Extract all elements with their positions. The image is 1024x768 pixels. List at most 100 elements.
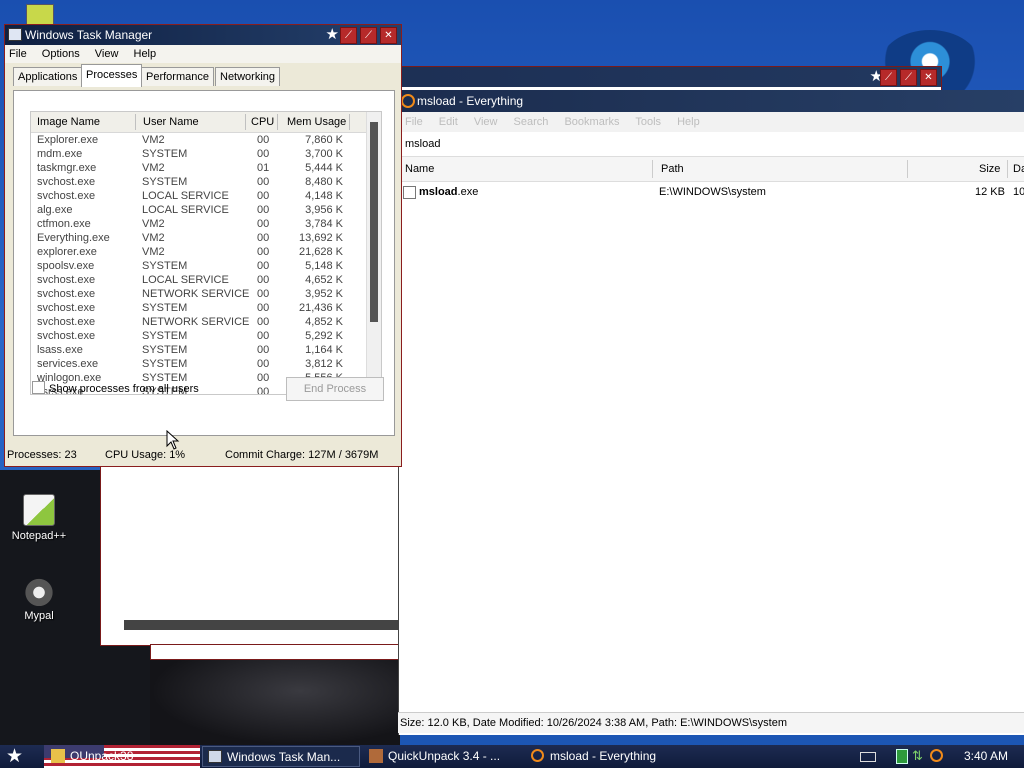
everything-search-input[interactable]: msload: [399, 132, 1024, 157]
end-process-button[interactable]: End Process: [286, 377, 384, 401]
process-cpu: 01: [257, 162, 270, 174]
column-path[interactable]: Path: [661, 157, 684, 181]
process-image-name: taskmgr.exe: [37, 162, 97, 174]
column-separator[interactable]: [135, 114, 136, 130]
close-icon[interactable]: ✕: [920, 69, 937, 86]
checkbox-label: Show processes from all users: [49, 383, 199, 395]
process-mem-usage: 21,436 K: [298, 302, 343, 314]
menu-view[interactable]: View: [95, 48, 119, 60]
process-row[interactable]: spoolsv.exe SYSTEM 00 5,148 K: [31, 259, 381, 273]
process-row[interactable]: svchost.exe SYSTEM 00 5,292 K: [31, 329, 381, 343]
process-row[interactable]: Explorer.exe VM2 00 7,860 K: [31, 133, 381, 147]
star-icon[interactable]: ★: [326, 25, 339, 45]
column-separator[interactable]: [1007, 160, 1008, 178]
taskbar-item-quickunpack[interactable]: QuickUnpack 3.4 - ...: [364, 746, 548, 767]
column-user-name[interactable]: User Name: [143, 112, 199, 132]
minimize-icon[interactable]: ⟋: [880, 69, 897, 86]
horizontal-scrollbar[interactable]: [124, 620, 398, 630]
process-row[interactable]: taskmgr.exe VM2 01 5,444 K: [31, 161, 381, 175]
process-mem-usage: 5,292 K: [305, 330, 343, 342]
network-icon[interactable]: ⇅: [912, 748, 923, 764]
process-row[interactable]: svchost.exe NETWORK SERVICE 00 3,952 K: [31, 287, 381, 301]
process-image-name: services.exe: [37, 358, 99, 370]
process-mem-usage: 8,480 K: [305, 176, 343, 188]
process-user-name: VM2: [142, 162, 165, 174]
process-row[interactable]: alg.exe LOCAL SERVICE 00 3,956 K: [31, 203, 381, 217]
process-row[interactable]: explorer.exe VM2 00 21,628 K: [31, 245, 381, 259]
menu-view[interactable]: View: [474, 116, 498, 128]
process-cpu: 00: [257, 386, 270, 395]
menu-options[interactable]: Options: [42, 48, 80, 60]
everything-titlebar[interactable]: msload - Everything: [399, 90, 1024, 112]
column-separator[interactable]: [652, 160, 653, 178]
process-row[interactable]: svchost.exe NETWORK SERVICE 00 4,852 K: [31, 315, 381, 329]
process-image-name: ctfmon.exe: [37, 218, 91, 230]
process-image-name: lsass.exe: [37, 344, 83, 356]
process-row[interactable]: services.exe SYSTEM 00 3,812 K: [31, 357, 381, 371]
menu-search[interactable]: Search: [514, 116, 549, 128]
desktop-icon-mypal[interactable]: Mypal: [4, 576, 74, 622]
column-name[interactable]: Name: [405, 157, 434, 181]
keyboard-icon[interactable]: [860, 752, 876, 762]
menu-file[interactable]: File: [405, 116, 423, 128]
process-row[interactable]: Everything.exe VM2 00 13,692 K: [31, 231, 381, 245]
process-row[interactable]: lsass.exe SYSTEM 00 1,164 K: [31, 343, 381, 357]
process-user-name: SYSTEM: [142, 330, 188, 342]
task-manager-window[interactable]: Windows Task Manager ★ ⟋ ⟋ ✕ File Option…: [4, 24, 402, 467]
process-list-header: Image Name User Name CPU Mem Usage: [31, 112, 381, 133]
task-manager-titlebar[interactable]: Windows Task Manager ★ ⟋ ⟋ ✕: [5, 25, 401, 45]
task-manager-status-bar: Processes: 23 CPU Usage: 1% Commit Charg…: [5, 445, 401, 465]
column-separator[interactable]: [907, 160, 908, 178]
column-image-name[interactable]: Image Name: [37, 112, 100, 132]
taskbar-clock[interactable]: 3:40 AM: [964, 745, 1008, 768]
process-mem-usage: 1,164 K: [305, 344, 343, 356]
result-row[interactable]: msload.exe E:\WINDOWS\system 12 KB 10,: [399, 182, 1024, 202]
column-date[interactable]: Da: [1013, 157, 1024, 181]
tab-performance[interactable]: Performance: [141, 67, 214, 86]
tray-app-icon[interactable]: [896, 749, 908, 764]
process-row[interactable]: mdm.exe SYSTEM 00 3,700 K: [31, 147, 381, 161]
process-row[interactable]: svchost.exe SYSTEM 00 8,480 K: [31, 175, 381, 189]
column-separator[interactable]: [245, 114, 246, 130]
vertical-scrollbar[interactable]: [366, 112, 381, 394]
maximize-icon[interactable]: ⟋: [900, 69, 917, 86]
process-rows: Explorer.exe VM2 00 7,860 K mdm.exe SYSTEM 00 3…: [31, 133, 381, 395]
menu-file[interactable]: File: [9, 48, 27, 60]
scrollbar-thumb[interactable]: [370, 122, 378, 322]
show-all-users-checkbox[interactable]: Show processes from all users: [32, 381, 199, 395]
process-row[interactable]: svchost.exe LOCAL SERVICE 00 4,652 K: [31, 273, 381, 287]
checkbox-box[interactable]: [32, 381, 45, 394]
desktop-icon-notepadpp[interactable]: Notepad++: [4, 494, 74, 542]
tab-applications[interactable]: Applications: [13, 67, 83, 86]
close-icon[interactable]: ✕: [380, 27, 397, 44]
menu-edit[interactable]: Edit: [439, 116, 458, 128]
tab-processes[interactable]: Processes: [81, 64, 143, 87]
menu-tools[interactable]: Tools: [635, 116, 661, 128]
taskbar-item-task-manager[interactable]: Windows Task Man...: [202, 746, 360, 767]
menu-help[interactable]: Help: [134, 48, 157, 60]
process-row[interactable]: svchost.exe LOCAL SERVICE 00 4,148 K: [31, 189, 381, 203]
taskbar: ★ QUnpack38 Windows Task Man... QuickUnp…: [0, 745, 1024, 768]
process-user-name: NETWORK SERVICE: [142, 288, 250, 300]
column-size[interactable]: Size: [979, 157, 1000, 181]
process-row[interactable]: ctfmon.exe VM2 00 3,784 K: [31, 217, 381, 231]
tab-networking[interactable]: Networking: [215, 67, 281, 86]
column-cpu[interactable]: CPU: [251, 112, 274, 132]
process-list[interactable]: Image Name User Name CPU Mem Usage Explo…: [30, 111, 382, 395]
everything-window[interactable]: msload - Everything File Edit View Searc…: [398, 90, 1024, 735]
start-star-icon[interactable]: ★: [6, 746, 23, 767]
everything-tray-icon[interactable]: [930, 749, 943, 762]
minimize-icon[interactable]: ⟋: [340, 27, 357, 44]
everything-column-header: Name Path Size Da: [399, 157, 1024, 182]
menu-bookmarks[interactable]: Bookmarks: [564, 116, 619, 128]
taskbar-item-everything[interactable]: msload - Everything: [526, 746, 710, 767]
taskbar-item-label: Windows Task Man...: [227, 750, 341, 764]
column-separator[interactable]: [349, 114, 350, 130]
process-cpu: 00: [257, 246, 270, 258]
column-mem-usage[interactable]: Mem Usage: [287, 112, 346, 132]
process-row[interactable]: svchost.exe SYSTEM 00 21,436 K: [31, 301, 381, 315]
column-separator[interactable]: [277, 114, 278, 130]
menu-help[interactable]: Help: [677, 116, 700, 128]
taskbar-item-qunpack[interactable]: QUnpack38: [46, 746, 220, 767]
maximize-icon[interactable]: ⟋: [360, 27, 377, 44]
